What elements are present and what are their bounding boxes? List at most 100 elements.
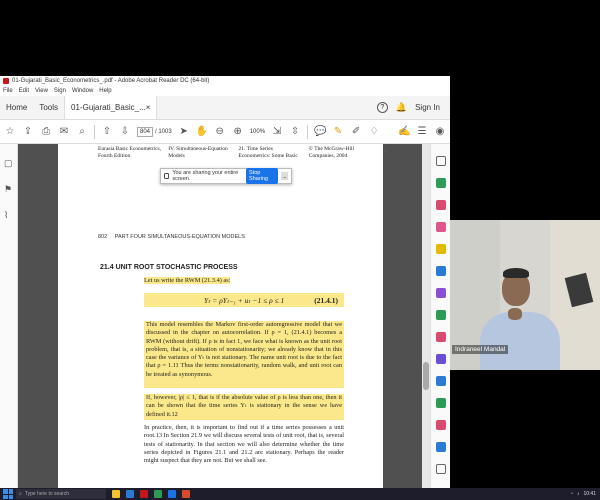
right-tools-panel: [430, 144, 450, 488]
paragraph-3: In practice, then, it is important to fi…: [144, 424, 344, 465]
zoom-out-icon[interactable]: ⊖: [214, 126, 226, 137]
create-pdf-icon[interactable]: [436, 200, 446, 210]
clock[interactable]: 10:41: [583, 491, 596, 497]
help-icon[interactable]: ?: [376, 102, 388, 113]
close-icon[interactable]: ×: [146, 103, 151, 112]
taskbar-search[interactable]: ⌕ Type here to search: [16, 489, 106, 499]
vertical-scrollbar[interactable]: [422, 144, 430, 488]
comment-icon[interactable]: 💬: [314, 126, 326, 137]
file-explorer-icon[interactable]: [112, 490, 120, 498]
hand-tool-icon[interactable]: ✋: [196, 126, 208, 137]
scrollbar-thumb[interactable]: [423, 362, 429, 390]
combine-files-icon[interactable]: [436, 266, 446, 276]
sign-icon[interactable]: ✍: [398, 126, 410, 137]
page-navigator: 804 / 1003: [137, 126, 172, 137]
windows-start-icon[interactable]: [3, 489, 13, 499]
screen: 01-Gujarati_Basic_Econometrics_.pdf - Ad…: [0, 0, 600, 500]
word-icon[interactable]: [168, 490, 176, 498]
menu-file[interactable]: File: [3, 88, 13, 94]
menu-help[interactable]: Help: [99, 88, 111, 94]
protect-icon[interactable]: [436, 354, 446, 364]
printed-page-number: 802: [98, 234, 108, 240]
document-workarea: ▢ ⚑ ⌇ Eurasia Basic Econometrics, Fourth…: [0, 144, 450, 488]
customize-tools-icon[interactable]: [436, 464, 446, 474]
bell-icon[interactable]: 🔔: [396, 102, 407, 113]
acrobat-app-icon: [3, 78, 9, 84]
wifi-icon[interactable]: ◔: [570, 491, 573, 497]
collapse-right-panel-icon[interactable]: ◀: [383, 148, 388, 155]
zoom-level[interactable]: 100%: [250, 129, 265, 135]
email-icon[interactable]: ✉: [58, 126, 70, 137]
volume-icon[interactable]: ♪: [577, 491, 580, 497]
pages-thumbnail-icon[interactable]: ▢: [4, 158, 13, 169]
stamp-icon[interactable]: ♢: [368, 126, 380, 137]
accessibility-icon[interactable]: [436, 442, 446, 452]
equation-number: (21.4.1): [314, 295, 338, 305]
organize-pages-icon[interactable]: [436, 288, 446, 298]
intro-line: Let us write the RWM (21.3.4) as:: [144, 277, 344, 285]
menu-sign[interactable]: Sign: [54, 88, 66, 94]
menu-edit[interactable]: Edit: [19, 88, 29, 94]
edge-icon[interactable]: [126, 490, 134, 498]
send-for-review-icon[interactable]: [436, 398, 446, 408]
upload-icon[interactable]: ⇪: [22, 126, 34, 137]
attachment-icon[interactable]: ⌇: [4, 210, 8, 221]
pdf-page[interactable]: Eurasia Basic Econometrics, Fourth Editi…: [58, 144, 383, 488]
tab-tools[interactable]: Tools: [33, 96, 64, 119]
zoom-tool-icon[interactable]: [436, 156, 446, 166]
acrobat-taskbar-icon[interactable]: [140, 490, 148, 498]
page-number-input[interactable]: 804: [137, 126, 153, 137]
export-pdf-icon[interactable]: [436, 178, 446, 188]
paragraph-1: This model resembles the Markov first-or…: [144, 321, 344, 388]
edit-pdf-icon[interactable]: [436, 222, 446, 232]
tab-bar: Home Tools 01-Gujarati_Basic_... × ? 🔔 S…: [0, 96, 450, 120]
page-total: / 1003: [155, 128, 172, 135]
running-head-text: PART FOUR SIMULTANEOUS-EQUATION MODELS: [114, 234, 245, 240]
fit-page-icon[interactable]: ⇲: [271, 126, 283, 137]
next-page-icon[interactable]: ⇩: [119, 126, 131, 137]
account-icon[interactable]: ◉: [434, 126, 446, 137]
taskbar-apps: [112, 490, 190, 498]
highlight-icon[interactable]: ✎: [332, 126, 344, 137]
hide-share-bar-button[interactable]: _: [281, 172, 288, 180]
comment-tool-icon[interactable]: [436, 244, 446, 254]
bookmark-add-icon[interactable]: ☆: [4, 126, 16, 137]
intro-line-text: Let us write the RWM (21.3.4) as:: [144, 277, 231, 284]
stop-sharing-button[interactable]: Stop Sharing: [246, 168, 279, 184]
redact-icon[interactable]: [436, 332, 446, 342]
menu-window[interactable]: Window: [72, 88, 93, 94]
system-tray: ◔ ♪ 10:41: [570, 491, 600, 497]
excel-icon[interactable]: [154, 490, 162, 498]
powerpoint-icon[interactable]: [182, 490, 190, 498]
equation-row: Yₜ = ρYₜ₋₁ + uₜ −1 ≤ ρ ≤ 1 (21.4.1): [144, 293, 344, 307]
window-title: 01-Gujarati_Basic_Econometrics_.pdf - Ad…: [12, 78, 210, 84]
webcam-video-tile: Indraneel Mandal: [450, 220, 600, 370]
select-cursor-icon[interactable]: ➤: [178, 126, 190, 137]
title-bar: 01-Gujarati_Basic_Econometrics_.pdf - Ad…: [0, 76, 450, 86]
previous-page-icon[interactable]: ⇧: [101, 126, 113, 137]
tab-document-label: 01-Gujarati_Basic_...: [71, 103, 146, 112]
sign-in-link[interactable]: Sign In: [415, 103, 440, 112]
share-icon[interactable]: ☰: [416, 126, 428, 137]
bookmark-icon[interactable]: ⚑: [4, 184, 12, 195]
equation: Yₜ = ρYₜ₋₁ + uₜ −1 ≤ ρ ≤ 1: [204, 295, 285, 305]
draw-icon[interactable]: ✐: [350, 126, 362, 137]
compress-pdf-icon[interactable]: [436, 310, 446, 320]
more-tools-icon[interactable]: [436, 420, 446, 430]
zoom-in-icon[interactable]: ⊕: [232, 126, 244, 137]
participant-hand: [508, 308, 522, 320]
participant-body: [480, 312, 560, 370]
left-navigation-panel: ▢ ⚑ ⌇: [0, 144, 18, 488]
participant-name-label: Indraneel Mandal: [452, 345, 509, 354]
print-icon[interactable]: ⎙: [40, 126, 52, 137]
tab-home[interactable]: Home: [0, 96, 33, 119]
section-heading: 21.4 UNIT ROOT STOCHASTIC PROCESS: [100, 264, 238, 271]
ref-copyright: © The McGraw-Hill Companies, 2004: [308, 146, 355, 159]
fill-sign-icon[interactable]: [436, 376, 446, 386]
scroll-mode-icon[interactable]: ⇳: [289, 126, 301, 137]
main-toolbar: ☆ ⇪ ⎙ ✉ ⌕ ⇧ ⇩ 804 / 1003 ➤ ✋ ⊖ ⊕ 100% ⇲ …: [0, 120, 450, 144]
acrobat-window: 01-Gujarati_Basic_Econometrics_.pdf - Ad…: [0, 76, 450, 488]
menu-view[interactable]: View: [35, 88, 48, 94]
search-icon[interactable]: ⌕: [76, 126, 88, 137]
tab-document[interactable]: 01-Gujarati_Basic_... ×: [64, 96, 158, 119]
